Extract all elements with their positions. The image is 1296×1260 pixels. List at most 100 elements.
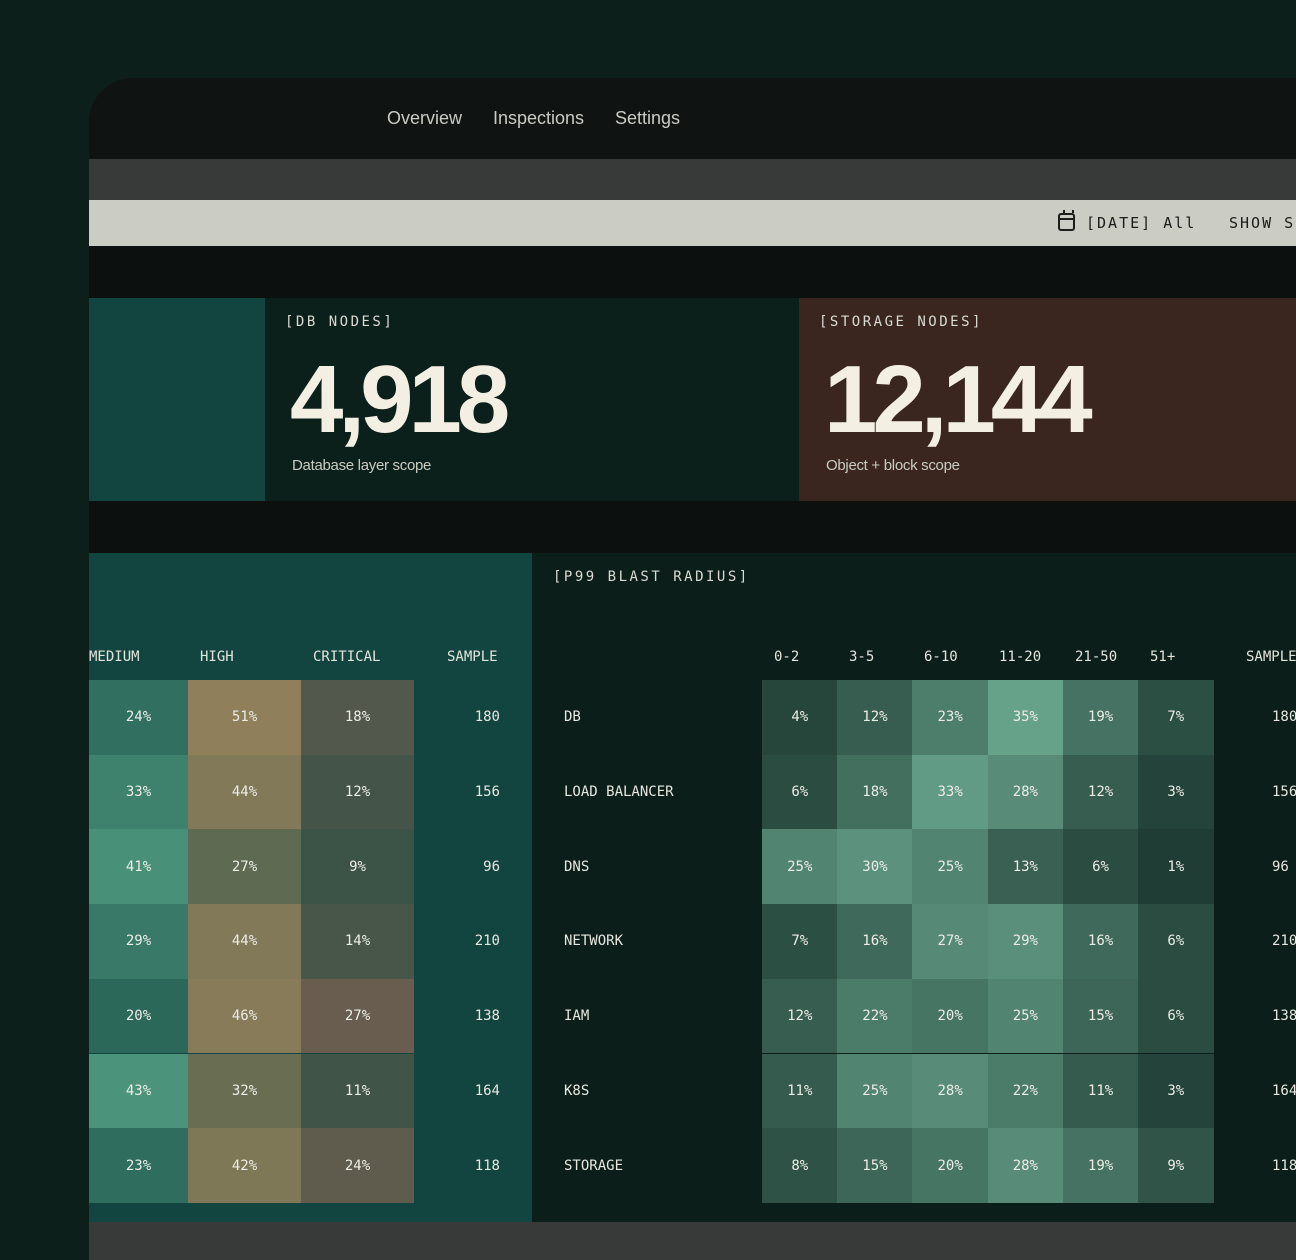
heatmap-cell: 27% <box>912 904 988 979</box>
heatmap-cell-high: 44% <box>188 754 301 830</box>
top-navigation: Overview Inspections Settings <box>89 78 1296 159</box>
sample-count: 164 <box>474 1082 500 1099</box>
heatmap-cell: 12% <box>837 680 913 755</box>
row-label: K8S <box>564 1082 590 1099</box>
row-label: STORAGE <box>564 1157 624 1174</box>
heatmap-cell: 16% <box>837 904 913 979</box>
sample-count: 138 <box>474 1008 500 1025</box>
filter-bar: [DATE] All SHOW SC <box>89 200 1296 246</box>
heatmap-cell-high: 44% <box>188 904 301 979</box>
heatmap-cell: 12% <box>762 978 838 1054</box>
heatmap-cell: 25% <box>837 1053 913 1129</box>
heatmap-cell-high: 51% <box>188 680 301 755</box>
heatmap-cell: 25% <box>762 829 838 905</box>
column-header: 51+ <box>1150 649 1176 665</box>
heatmap-cell: 13% <box>987 829 1064 905</box>
heatmap-cell-high: 46% <box>188 978 301 1054</box>
heatmap-cell: 28% <box>912 1053 988 1129</box>
app-window: Overview Inspections Settings [DATE] All… <box>89 78 1296 1260</box>
sample-count: 180 <box>1272 709 1296 726</box>
heatmap-cell-critical: 18% <box>301 680 414 755</box>
severity-table-panel: MEDIUM HIGH CRITICAL SAMPLE 24% 51% 18% 180 33% 4… <box>89 553 532 1222</box>
heatmap-cell: 12% <box>1062 754 1139 830</box>
column-header: 3-5 <box>849 649 875 665</box>
footer-band <box>89 1222 1296 1260</box>
nav-overview[interactable]: Overview <box>387 108 462 129</box>
heatmap-cell-high: 42% <box>188 1128 301 1203</box>
blast-radius-panel: [P99 BLAST RADIUS] 0-2 3-5 6-10 11-20 21-50 5… <box>532 553 1296 1222</box>
heatmap-cell: 9% <box>1138 1128 1214 1203</box>
toolbar-band <box>89 159 1296 200</box>
heatmap-cell: 7% <box>1138 680 1214 755</box>
heatmap-cell: 15% <box>837 1128 913 1203</box>
section-divider <box>89 501 1296 553</box>
stat-card-db-nodes: [DB NODES] 4,918 Database layer scope <box>265 298 799 501</box>
heatmap-cell: 11% <box>762 1053 838 1129</box>
heatmap-cell-critical: 14% <box>301 904 414 979</box>
column-header: 6-10 <box>924 649 958 665</box>
row-label: DB <box>564 709 581 726</box>
heatmap-cell: 28% <box>987 1128 1064 1203</box>
heatmap-cell: 8% <box>762 1128 838 1203</box>
section-divider <box>89 246 1296 298</box>
sample-count: 210 <box>474 933 500 950</box>
heatmap-cell-medium: 41% <box>89 829 188 905</box>
heatmap-cell: 23% <box>912 680 988 755</box>
column-header: SAMPLE <box>447 649 498 665</box>
heatmap-cell: 25% <box>987 978 1064 1054</box>
heatmap-cell-critical: 9% <box>301 829 414 905</box>
sample-count: 180 <box>474 709 500 726</box>
heatmap-cell: 28% <box>987 754 1064 830</box>
heatmap-cell-high: 27% <box>188 829 301 905</box>
heatmap-cell: 15% <box>1062 978 1139 1054</box>
sample-count: 156 <box>474 784 500 801</box>
stat-card-storage-nodes: [STORAGE NODES] 12,144 Object + block sc… <box>799 298 1296 501</box>
stat-card-teal <box>89 298 265 501</box>
heatmap-cell: 6% <box>1138 978 1214 1054</box>
heatmap-cell-medium: 29% <box>89 904 188 979</box>
heatmap-cell: 11% <box>1062 1053 1139 1129</box>
date-filter[interactable]: [DATE] All <box>1086 214 1196 232</box>
heatmap-cell-medium: 33% <box>89 754 188 830</box>
heatmap-cell: 1% <box>1138 829 1214 905</box>
stat-subtitle: Database layer scope <box>292 457 432 474</box>
row-label: NETWORK <box>564 933 624 950</box>
heatmap-cell: 29% <box>987 904 1064 979</box>
column-header: 0-2 <box>774 649 800 665</box>
column-header-sample: SAMPLE <box>1246 649 1296 665</box>
heatmap-cell: 19% <box>1062 680 1139 755</box>
heatmap-cell: 22% <box>837 978 913 1054</box>
column-header: HIGH <box>200 649 234 665</box>
sample-count: 96 <box>1272 858 1289 875</box>
heatmap-cell-critical: 12% <box>301 754 414 830</box>
heatmap-cell: 30% <box>837 829 913 905</box>
nav-settings[interactable]: Settings <box>615 108 680 129</box>
row-label: LOAD BALANCER <box>564 784 674 801</box>
heatmap-cell: 6% <box>1138 904 1214 979</box>
sample-count: 96 <box>483 858 500 875</box>
stat-value: 12,144 <box>824 346 1093 453</box>
sample-count: 118 <box>1272 1157 1296 1174</box>
nav-inspections[interactable]: Inspections <box>493 108 584 129</box>
sample-count: 164 <box>1272 1082 1296 1099</box>
stat-subtitle: Object + block scope <box>826 457 960 474</box>
calendar-icon[interactable] <box>1058 210 1075 231</box>
heatmap-cell-medium: 24% <box>89 680 188 755</box>
heatmap-cell: 6% <box>762 754 838 830</box>
heatmap-cell: 7% <box>762 904 838 979</box>
stat-value: 4,918 <box>290 346 510 453</box>
sample-count: 118 <box>474 1157 500 1174</box>
heatmap-cell: 22% <box>987 1053 1064 1129</box>
heatmap-cell-medium: 23% <box>89 1128 188 1203</box>
heatmap-cell: 16% <box>1062 904 1139 979</box>
show-scope-toggle[interactable]: SHOW SC <box>1229 214 1296 232</box>
stat-label: [DB NODES] <box>285 314 395 330</box>
heatmap-cell: 3% <box>1138 1053 1214 1129</box>
heatmap-cell-medium: 20% <box>89 978 188 1054</box>
heatmap-cell-critical: 24% <box>301 1128 414 1203</box>
sample-count: 138 <box>1272 1008 1296 1025</box>
sample-count: 156 <box>1272 784 1296 801</box>
heatmap-cell: 4% <box>762 680 838 755</box>
row-label: DNS <box>564 858 590 875</box>
column-header: CRITICAL <box>313 649 381 665</box>
